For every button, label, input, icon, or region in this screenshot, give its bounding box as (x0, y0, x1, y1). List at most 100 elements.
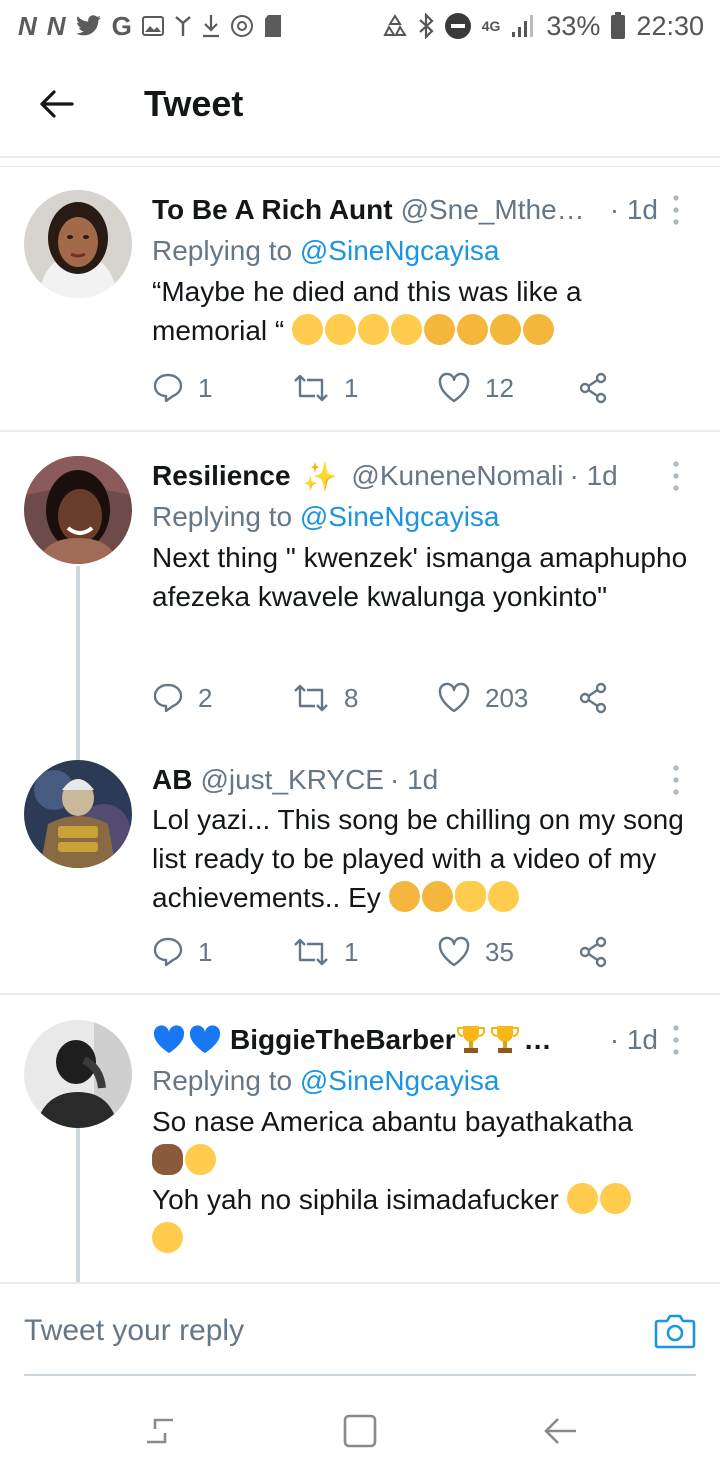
back-button[interactable] (0, 52, 112, 156)
share-action[interactable] (577, 682, 609, 714)
display-name[interactable]: To Be A Rich Aunt (152, 194, 393, 226)
replying-to: Replying to @SineNgcayisa (152, 235, 500, 266)
arrow-left-icon (40, 90, 74, 118)
mention-link[interactable]: @SineNgcayisa (300, 501, 500, 532)
tweet-header: To Be A Rich Aunt @Sne_Mthe… · 1d (152, 190, 700, 230)
reply-count: 1 (198, 372, 213, 403)
reply-input[interactable]: Tweet your reply (24, 1314, 244, 1348)
retweet-icon (294, 684, 328, 712)
more-options-icon[interactable] (664, 760, 688, 800)
display-name[interactable]: AB (152, 764, 192, 796)
download-icon (202, 15, 219, 38)
tweet-reply[interactable]: Resilience ✨ @KuneneNomali · 1d Replying… (0, 456, 720, 746)
sd-card-icon (264, 15, 281, 37)
retweet-action[interactable]: 1 (292, 372, 437, 404)
tweet-reply[interactable]: AB @just_KRYCE · 1d Lol yazi... This son… (0, 760, 720, 990)
emoji-person-gesturing-ok (152, 1144, 183, 1175)
tweet-divider (0, 993, 720, 995)
avatar[interactable] (24, 760, 132, 868)
user-handle[interactable]: @KuneneNomali (351, 460, 563, 492)
avatar[interactable] (24, 1020, 132, 1128)
tweet-time: · 1d (389, 764, 439, 795)
network-type: 4G (481, 18, 501, 34)
recents-button[interactable] (60, 1414, 260, 1448)
more-options-icon[interactable] (664, 1020, 688, 1060)
retweet-icon (294, 374, 328, 402)
emoji-grinning-sweat (325, 314, 357, 345)
header-divider (0, 166, 720, 167)
emoji-grinning-sweat (292, 314, 324, 345)
recents-icon (147, 1418, 173, 1444)
retweet-count: 1 (344, 372, 359, 403)
reply-icon (153, 937, 183, 967)
emoji-loudly-crying (523, 314, 555, 345)
like-action[interactable]: 203 (437, 682, 577, 714)
more-options-icon[interactable] (664, 190, 688, 230)
tweet-actions: 1 1 35 (152, 936, 609, 968)
reply-action[interactable]: 2 (152, 682, 292, 714)
emoji-loudly-crying (424, 314, 456, 345)
emoji-rolling-laughing (566, 1183, 598, 1214)
composer-underline (24, 1374, 696, 1376)
battery-icon (611, 12, 626, 39)
heart-icon (438, 682, 470, 713)
emoji-grinning-sweat (487, 881, 519, 912)
name-ellipsis: … (523, 1024, 552, 1055)
heart-icon (438, 936, 470, 967)
google-icon: G (111, 10, 132, 41)
reply-composer: Tweet your reply (0, 1282, 720, 1382)
user-handle[interactable]: @Sne_Mthe… (401, 194, 585, 226)
like-action[interactable]: 12 (437, 372, 577, 404)
emoji-loudly-crying (388, 881, 420, 912)
reply-action[interactable]: 1 (152, 372, 292, 404)
retweet-action[interactable]: 1 (292, 936, 437, 968)
retweet-count: 8 (344, 682, 359, 713)
emoji-rolling-laughing (152, 1222, 183, 1253)
tweet-reply[interactable]: BiggieTheBarber … · 1d Replying to @Sine… (0, 1020, 720, 1282)
emoji-ok-hand (454, 881, 486, 912)
camera-button[interactable] (654, 1312, 696, 1355)
back-arrow-icon (544, 1418, 576, 1444)
replying-to: Replying to @SineNgcayisa (152, 501, 500, 532)
retweet-action[interactable]: 8 (292, 682, 437, 714)
twitter-icon (75, 15, 101, 36)
like-count: 12 (485, 372, 514, 403)
share-icon (579, 372, 607, 404)
mention-link[interactable]: @SineNgcayisa (300, 1065, 500, 1096)
more-options-icon[interactable] (664, 456, 688, 496)
signal-icon (512, 15, 534, 37)
trophy-icon (456, 1026, 485, 1053)
tweet-header: Resilience ✨ @KuneneNomali · 1d (152, 456, 700, 496)
tweet-text: Next thing " kwenzek' ismanga amaphupho … (152, 542, 688, 612)
emoji-grinning-sweat (391, 314, 423, 345)
blue-heart-icon (189, 1025, 221, 1053)
heart-icon (438, 372, 470, 403)
tweet-text: “Maybe he died and this was like a memor… (152, 276, 582, 346)
avatar[interactable] (24, 456, 132, 564)
tweet-reply[interactable]: To Be A Rich Aunt @Sne_Mthe… · 1d Replyi… (0, 190, 720, 432)
avatar[interactable] (24, 190, 132, 298)
user-handle[interactable]: @just_KRYCE (200, 764, 384, 796)
recycle-icon (383, 14, 407, 36)
app-header: Tweet (0, 52, 720, 158)
record-icon (230, 15, 253, 37)
like-action[interactable]: 35 (437, 936, 577, 968)
display-name[interactable]: Resilience (152, 460, 291, 492)
display-name[interactable]: BiggieTheBarber (230, 1024, 456, 1056)
back-nav-button[interactable] (460, 1416, 660, 1446)
tweet-text: So nase America abantu bayathakatha Yoh … (152, 1102, 700, 1258)
retweet-icon (294, 938, 328, 966)
reply-count: 1 (198, 936, 213, 967)
share-icon (579, 682, 607, 714)
reply-action[interactable]: 1 (152, 936, 292, 968)
battery-percent: 33% (546, 10, 601, 41)
system-icons: 4G 33% 22:30 (382, 11, 704, 42)
like-count: 35 (485, 936, 514, 967)
mention-link[interactable]: @SineNgcayisa (300, 235, 500, 266)
replying-to: Replying to @SineNgcayisa (152, 1065, 500, 1096)
n-notification-icon: N (46, 10, 66, 41)
home-button[interactable] (260, 1413, 460, 1449)
share-action[interactable] (577, 372, 609, 404)
share-action[interactable] (577, 936, 609, 968)
emoji-loudly-crying (421, 881, 453, 912)
